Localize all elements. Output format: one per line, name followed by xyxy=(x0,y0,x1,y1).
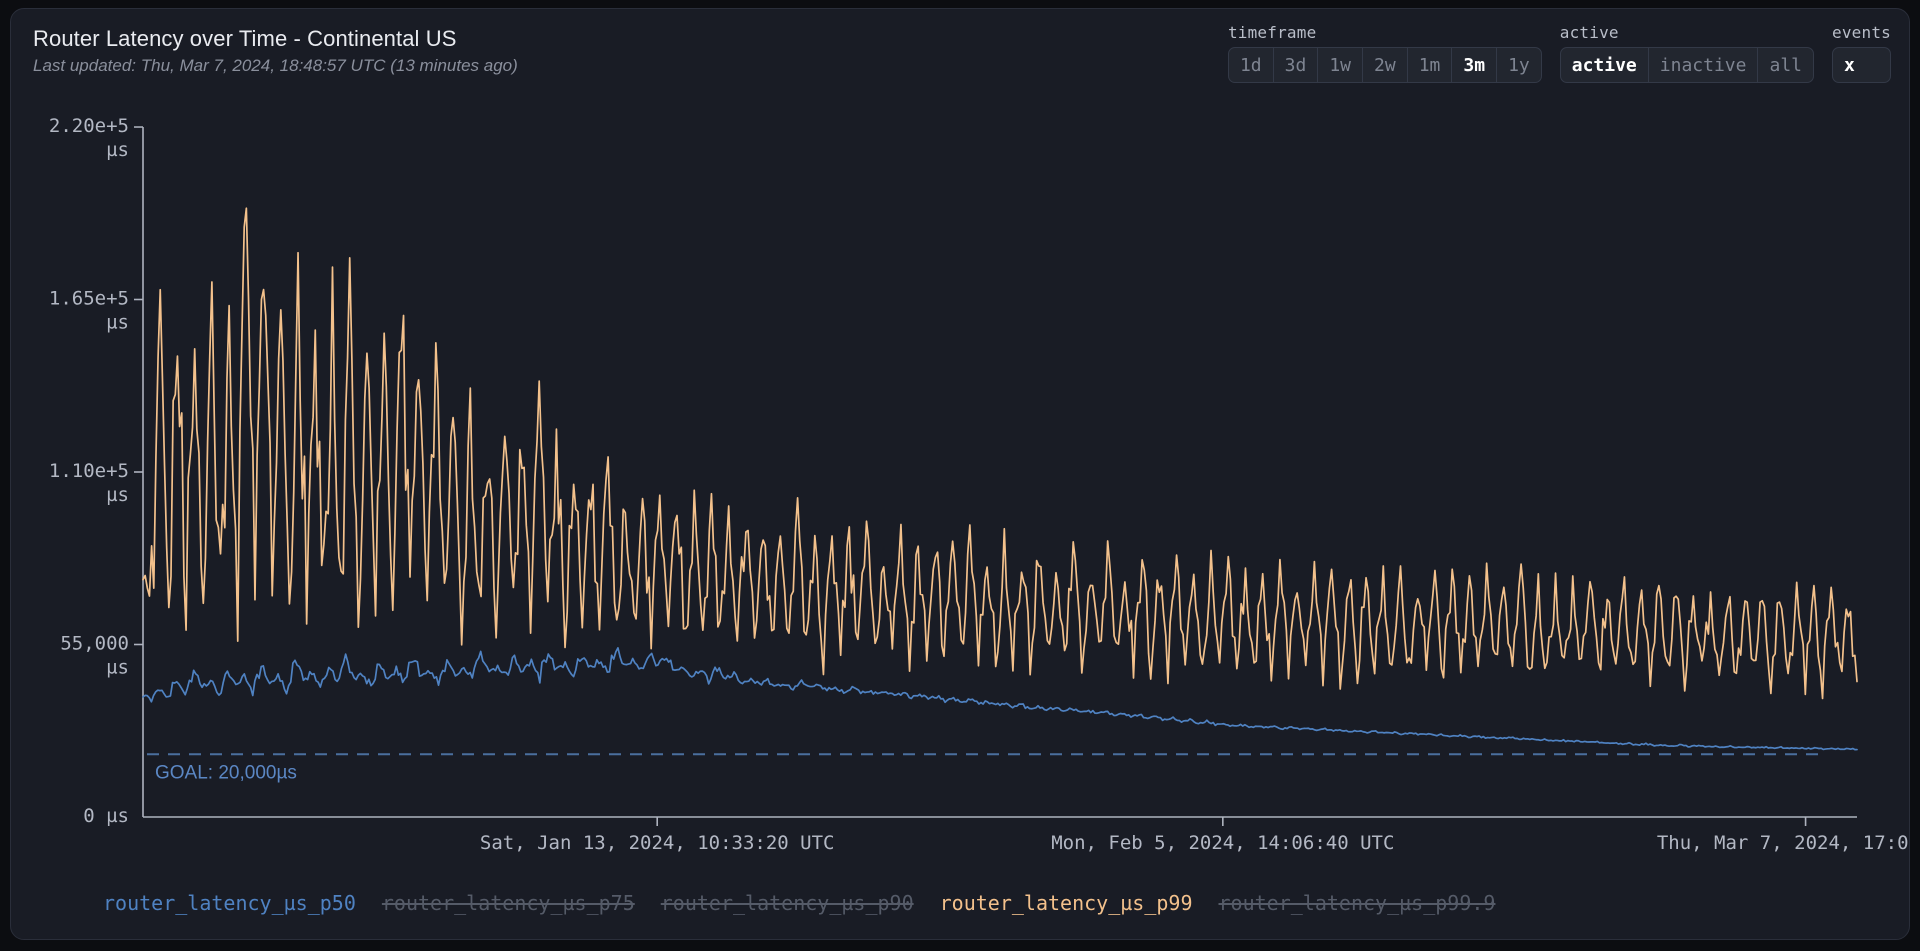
events-label: events xyxy=(1832,23,1891,42)
x-axis-tick-label: Thu, Mar 7, 2024, 17:00:00 xyxy=(1657,832,1910,854)
legend-item-router-latency-s-p99[interactable]: router_latency_µs_p99 xyxy=(940,891,1193,915)
x-axis-tick-label: Sat, Jan 13, 2024, 10:33:20 UTC xyxy=(480,832,835,854)
series-line-router-latency-s-p50 xyxy=(143,648,1857,750)
timeframe-label: timeframe xyxy=(1228,23,1542,42)
y-axis-tick-label: 0 µs xyxy=(83,805,129,827)
last-updated-text: Last updated: Thu, Mar 7, 2024, 18:48:57… xyxy=(33,56,518,76)
timeframe-group: timeframe 1d3d1w2w1m3m1y xyxy=(1228,23,1542,83)
legend-item-router-latency-s-p99.9[interactable]: router_latency_µs_p99.9 xyxy=(1219,891,1496,915)
active-option-active[interactable]: active xyxy=(1561,48,1649,82)
goal-annotation-label: GOAL: 20,000µs xyxy=(155,762,297,783)
plot-area: 2.20e+5µs1.65e+5µs1.10e+5µs55,000µs0 µsS… xyxy=(11,9,1910,940)
timeframe-option-2w[interactable]: 2w xyxy=(1363,48,1408,82)
y-axis-tick-label: 1.10e+5 xyxy=(49,460,129,482)
y-axis-tick-label: 2.20e+5 xyxy=(49,115,129,137)
latency-chart: 2.20e+5µs1.65e+5µs1.10e+5µs55,000µs0 µsS… xyxy=(11,9,1910,940)
y-axis-tick-label: 1.65e+5 xyxy=(49,288,129,310)
x-axis-tick-label: Mon, Feb 5, 2024, 14:06:40 UTC xyxy=(1051,832,1394,854)
chart-legend: router_latency_µs_p50 router_latency_µs_p… xyxy=(103,891,1495,915)
y-axis-tick-unit: µs xyxy=(106,312,129,334)
active-label: active xyxy=(1560,23,1814,42)
y-axis-tick-unit: µs xyxy=(106,484,129,506)
active-group: active activeinactiveall xyxy=(1560,23,1814,83)
timeframe-option-1d[interactable]: 1d xyxy=(1229,48,1274,82)
chart-panel: Router Latency over Time - Continental U… xyxy=(10,8,1910,940)
legend-item-router-latency-s-p90[interactable]: router_latency_µs_p90 xyxy=(661,891,914,915)
active-option-all[interactable]: all xyxy=(1758,48,1813,82)
timeframe-option-1y[interactable]: 1y xyxy=(1497,48,1541,82)
legend-item-router-latency-s-p50[interactable]: router_latency_µs_p50 xyxy=(103,891,356,915)
events-option-x[interactable]: x xyxy=(1833,48,1866,82)
y-axis-tick-label: 55,000 xyxy=(60,633,129,655)
timeframe-option-1w[interactable]: 1w xyxy=(1318,48,1363,82)
legend-item-router-latency-s-p75[interactable]: router_latency_µs_p75 xyxy=(382,891,635,915)
events-segmented-control[interactable]: x xyxy=(1832,47,1891,83)
panel-header: Router Latency over Time - Continental U… xyxy=(33,25,518,76)
events-group: events x xyxy=(1832,23,1891,83)
screen-root: Router Latency over Time - Continental U… xyxy=(0,0,1920,951)
timeframe-segmented-control[interactable]: 1d3d1w2w1m3m1y xyxy=(1228,47,1542,83)
timeframe-option-1m[interactable]: 1m xyxy=(1408,48,1453,82)
page-title: Router Latency over Time - Continental U… xyxy=(33,25,518,53)
series-line-router-latency-s-p99 xyxy=(143,208,1857,698)
active-segmented-control[interactable]: activeinactiveall xyxy=(1560,47,1814,83)
active-option-inactive[interactable]: inactive xyxy=(1649,48,1759,82)
controls-bar: timeframe 1d3d1w2w1m3m1y active activein… xyxy=(1228,23,1891,83)
timeframe-option-3m[interactable]: 3m xyxy=(1452,48,1497,82)
y-axis-tick-unit: µs xyxy=(106,657,129,679)
y-axis-tick-unit: µs xyxy=(106,139,129,161)
timeframe-option-3d[interactable]: 3d xyxy=(1274,48,1319,82)
